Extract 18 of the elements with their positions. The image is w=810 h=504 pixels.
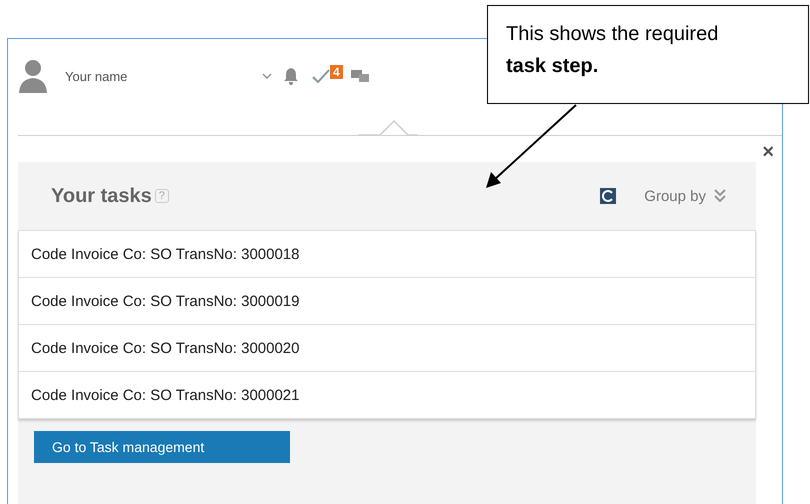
caret-icon[interactable] — [262, 73, 272, 79]
task-item[interactable]: Code Invoice Co: SO TransNo: 3000020 — [19, 325, 755, 372]
callout-text: This shows the required task step. — [506, 22, 720, 79]
close-button[interactable]: × — [762, 142, 774, 162]
user-name[interactable]: Your name — [65, 68, 225, 84]
refresh-icon[interactable] — [600, 188, 616, 204]
panel-title: Your tasks — [51, 184, 152, 208]
chat-icon[interactable] — [350, 70, 369, 82]
task-item[interactable]: Code Invoice Co: SO TransNo: 3000018 — [19, 231, 755, 278]
user-avatar-icon — [19, 59, 47, 93]
task-management-button[interactable]: Go to Task management — [34, 431, 290, 463]
bell-icon[interactable] — [284, 67, 298, 85]
group-by-button[interactable]: Group by — [644, 188, 706, 204]
double-chevron-icon[interactable] — [714, 189, 726, 203]
task-count-badge: 4 — [330, 65, 343, 79]
task-item[interactable]: Code Invoice Co: SO TransNo: 3000019 — [19, 278, 755, 325]
checkmark-icon[interactable] — [312, 69, 330, 83]
task-item[interactable]: Code Invoice Co: SO TransNo: 3000021 — [19, 372, 755, 418]
